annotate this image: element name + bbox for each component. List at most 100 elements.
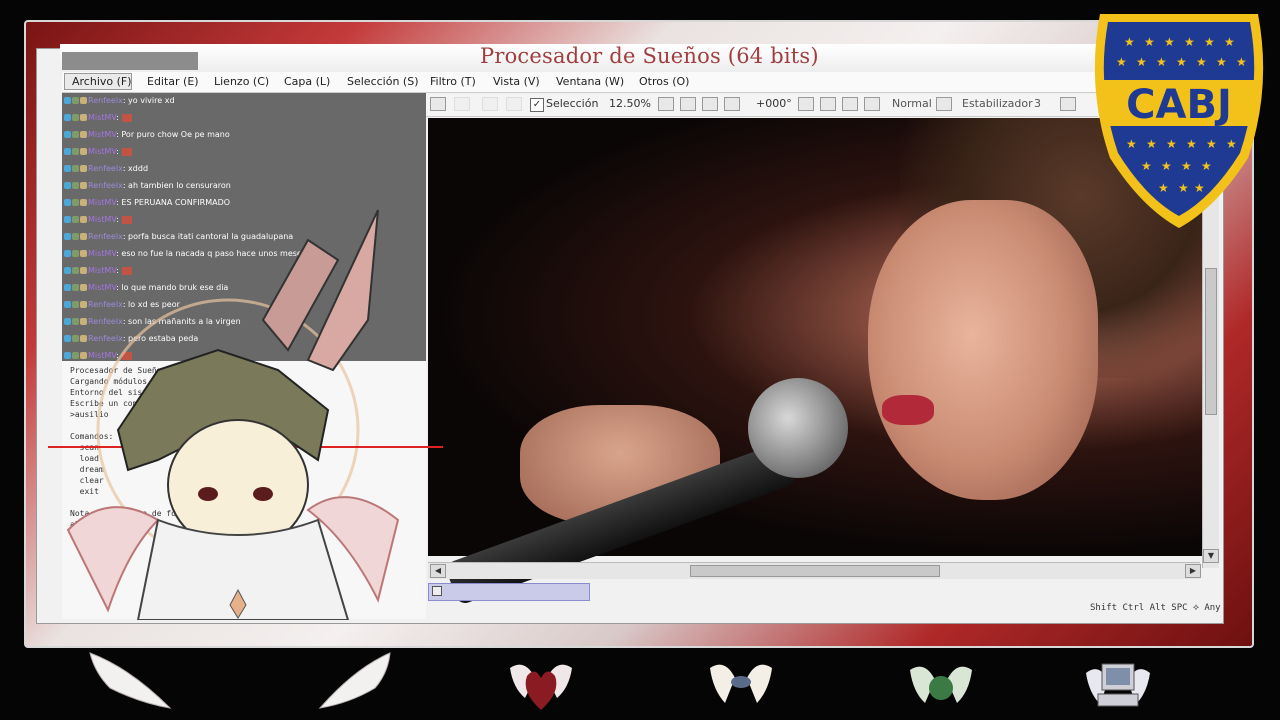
blend-mode-dropdown-icon[interactable] <box>936 97 952 111</box>
svg-text:★: ★ <box>1156 55 1167 69</box>
menu-filtro[interactable]: Filtro (T) <box>430 75 476 88</box>
chat-text: : <box>116 113 119 122</box>
canvas-image-face <box>868 200 1098 500</box>
canvas-image-lips <box>882 395 934 425</box>
badge-icon <box>72 148 79 155</box>
selection-label: Selección <box>546 97 599 110</box>
chat-text: : xddd <box>122 164 149 173</box>
chat-text: : <box>116 147 119 156</box>
window-title: Procesador de Sueños (64 bits) <box>480 44 819 68</box>
menu-vista[interactable]: Vista (V) <box>493 75 540 88</box>
svg-text:★: ★ <box>1181 159 1192 173</box>
svg-text:★: ★ <box>1184 35 1195 49</box>
emote-icon <box>121 113 132 122</box>
zoom-dropdown-icon[interactable] <box>658 97 674 111</box>
badge-icon <box>64 148 71 155</box>
chat-username[interactable]: MistMV <box>88 130 116 139</box>
badge-icon <box>64 182 71 189</box>
badge-icon <box>72 165 79 172</box>
svg-text:★: ★ <box>1176 55 1187 69</box>
svg-text:★: ★ <box>1201 159 1212 173</box>
cabj-shield-logo: CABJ ★ ★ ★ ★ ★ ★ ★ ★ ★ ★ ★ ★ ★ ★ ★ ★ ★ ★ ★ ★ ★ ★ ★ ★ ★ ★ <box>1094 14 1264 228</box>
rotate-right-icon[interactable] <box>864 97 880 111</box>
chat-username[interactable]: Renfeelx <box>88 164 123 173</box>
zoom-out-icon[interactable] <box>680 97 696 111</box>
stabilizer-dropdown-icon[interactable] <box>1060 97 1076 111</box>
tool-icon[interactable] <box>482 97 498 111</box>
chat-username[interactable]: Renfeelx <box>88 96 123 105</box>
title-bar-tab <box>62 52 198 70</box>
badge-icon <box>64 165 71 172</box>
badge-icon <box>72 182 79 189</box>
zoom-fit-icon[interactable] <box>702 97 718 111</box>
winged-eye-icon[interactable] <box>705 648 777 720</box>
rotate-left-icon[interactable] <box>820 97 836 111</box>
chat-message: Renfeelx: ah tambien lo censuraron <box>64 178 231 193</box>
svg-text:★: ★ <box>1141 159 1152 173</box>
chat-text: : Por puro chow Oe pe mano <box>116 130 230 139</box>
canvas-image-microphone-head <box>748 378 848 478</box>
tool-icon[interactable] <box>430 97 446 111</box>
badge-icon <box>64 97 71 104</box>
wing-left-decoration-icon <box>89 652 172 709</box>
badge-icon <box>72 131 79 138</box>
chat-username[interactable]: MistMV <box>88 113 116 122</box>
vtuber-avatar <box>48 209 443 620</box>
svg-text:★: ★ <box>1236 55 1247 69</box>
toolbar: ✓ Selección 12.50% +000° Normal Estabili… <box>426 94 1098 117</box>
rotate-dropdown-icon[interactable] <box>798 97 814 111</box>
selection-checkbox[interactable]: ✓ <box>530 98 544 112</box>
menu-editar[interactable]: Editar (E) <box>147 75 199 88</box>
winged-heart-icon[interactable] <box>505 648 577 720</box>
avatar-eye-left <box>198 487 218 501</box>
svg-text:★: ★ <box>1204 35 1215 49</box>
chat-text: : ah tambien lo censuraron <box>122 181 231 190</box>
badge-icon <box>72 97 79 104</box>
tool-icon[interactable] <box>506 97 522 111</box>
svg-text:★: ★ <box>1144 35 1155 49</box>
emote-icon <box>121 147 132 156</box>
stabilizer-label: Estabilizador <box>962 97 1033 110</box>
computer-icon[interactable] <box>1082 648 1154 720</box>
svg-text:★: ★ <box>1166 137 1177 151</box>
badge-icon <box>80 182 87 189</box>
menu-capa[interactable]: Capa (L) <box>284 75 330 88</box>
svg-text:★: ★ <box>1164 35 1175 49</box>
badge-icon <box>80 114 87 121</box>
menu-bar: Archivo (F) Editar (E) Lienzo (C) Capa (… <box>62 72 1098 93</box>
chat-text: : yo vivire xd <box>122 96 175 105</box>
badge-icon <box>80 97 87 104</box>
chat-message: MistMV: Por puro chow Oe pe mano <box>64 127 230 142</box>
chat-username[interactable]: Renfeelx <box>88 181 123 190</box>
horizontal-scroll-thumb[interactable] <box>690 565 940 577</box>
zoom-value: 12.50% <box>609 97 651 110</box>
svg-text:★: ★ <box>1126 137 1137 151</box>
chat-username[interactable]: MistMV <box>88 147 116 156</box>
svg-text:★: ★ <box>1136 55 1147 69</box>
svg-text:★: ★ <box>1206 137 1217 151</box>
menu-archivo[interactable]: Archivo (F) <box>72 75 132 88</box>
menu-lienzo[interactable]: Lienzo (C) <box>214 75 269 88</box>
status-bar-modifiers: Shift Ctrl Alt SPC ⟡ Any <box>1090 603 1221 613</box>
badge-icon <box>80 148 87 155</box>
menu-ventana[interactable]: Ventana (W) <box>556 75 624 88</box>
vertical-scroll-thumb[interactable] <box>1205 268 1217 415</box>
svg-text:★: ★ <box>1226 137 1237 151</box>
svg-text:★: ★ <box>1146 137 1157 151</box>
svg-text:★: ★ <box>1194 181 1205 195</box>
scroll-right-arrow-icon[interactable]: ▶ <box>1185 564 1201 578</box>
layer-panel-item[interactable] <box>428 583 590 601</box>
winged-orb-icon[interactable] <box>905 648 977 720</box>
chat-message: Renfeelx: yo vivire xd <box>64 93 175 108</box>
scroll-down-arrow-icon[interactable]: ▼ <box>1203 549 1219 563</box>
svg-text:★: ★ <box>1161 159 1172 173</box>
rotate-reset-icon[interactable] <box>842 97 858 111</box>
menu-otros[interactable]: Otros (O) <box>639 75 689 88</box>
blend-mode[interactable]: Normal <box>892 97 932 112</box>
menu-seleccion[interactable]: Selección (S) <box>347 75 419 88</box>
zoom-in-icon[interactable] <box>724 97 740 111</box>
tool-icon[interactable] <box>454 97 470 111</box>
chat-message: Renfeelx: xddd <box>64 161 148 176</box>
stabilizer-value[interactable]: 3 <box>1034 97 1041 112</box>
badge-icon <box>72 114 79 121</box>
